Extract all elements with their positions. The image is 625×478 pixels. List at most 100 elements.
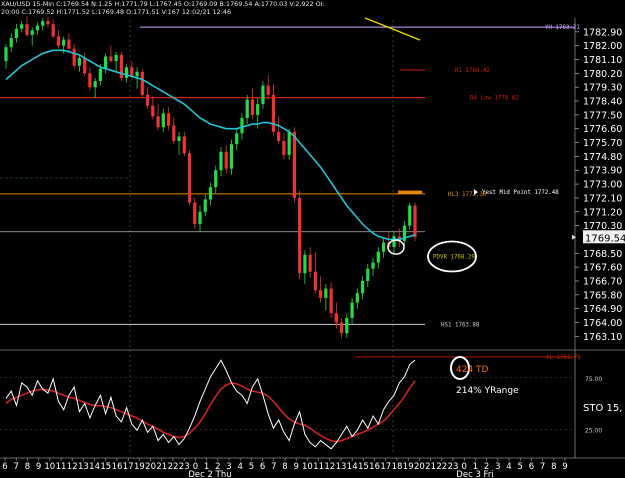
price-tick-label: 1775.70 [583,138,622,149]
price-tick-label: 1782.00 [583,41,622,52]
time-tick-label: 4 [237,462,242,472]
candle-body [161,113,165,128]
candle-body [350,302,354,318]
level-label-hs1: HS1 1763.88 [441,322,480,328]
candle-body [355,293,359,303]
time-tick-label: 5 [249,462,254,472]
time-tick-label: 7 [271,462,276,472]
candle-body [88,73,92,88]
price-tick-label: 1768.50 [583,249,622,260]
candle-body [345,317,349,334]
candle-body [41,21,45,26]
time-tick-label: 13 [78,462,89,472]
level-label-d4low: D4 Low 1778.62 [470,96,519,102]
time-tick-label: 21 [425,462,436,472]
candle-body [130,67,134,77]
candle-body [256,104,260,115]
candle-body [109,56,113,62]
sto-tick-label: 25.00 [585,427,602,434]
time-tick-label: 11 [313,462,324,472]
last-price-label: 1769.54 [585,233,625,244]
candle-body [62,39,66,46]
level-label-yh: YH 1783.21 [545,25,580,31]
candle-body [381,242,386,252]
time-tick-label: 22 [168,462,179,472]
candle-body [334,313,338,323]
candle-body [145,94,150,106]
level-label-yl: YL 1761.76 [546,355,581,361]
price-tick-label: 1763.10 [583,332,622,343]
time-tick-label: 6 [529,462,534,472]
time-tick-label: 10 [302,462,313,472]
time-tick-label: 15 [100,462,111,472]
trend-line [364,17,421,41]
candle-body [77,57,82,66]
time-tick-label: 15 [358,462,369,472]
price-tick-label: 1777.50 [583,110,622,121]
time-tick-label: 8 [25,462,30,472]
price-tick-label: 1767.60 [583,263,622,274]
time-tick-label: 12 [67,462,78,472]
time-tick-label: 8 [551,462,556,472]
last-price-arrow [572,234,576,240]
time-tick-label: 14 [89,462,100,472]
time-tick-label: 20 [414,462,425,472]
candle-body [303,254,307,274]
candle-body [93,81,97,88]
candle-body [135,71,139,77]
candle-body [151,105,155,117]
candle-body [172,125,176,142]
candle-body [51,24,55,37]
time-tick-label: 7 [540,462,545,472]
time-tick-label: 8 [282,462,287,472]
candle-body [224,151,228,169]
candle-body [282,141,286,155]
candle-body [313,271,317,291]
candle-body [198,211,202,225]
time-tick-label: 11 [56,462,67,472]
time-tick-label: 6 [2,462,7,472]
candle-body [376,251,380,263]
time-tick-label: 9 [36,462,41,472]
time-tick-label: 17 [380,462,391,472]
candle-body [250,99,255,115]
candle-body [72,48,76,66]
level-label-r1: R1 1780.42 [455,68,490,74]
time-tick-label: 4 [506,462,511,472]
level-label-yest-mid: Yest Mid Point 1772.48 [482,190,559,196]
candle-body [203,199,207,212]
candle-body [182,136,186,154]
time-tick-label: 19 [403,462,414,472]
price-tick-label: 1771.20 [583,207,622,218]
highlight-circle-small [387,239,405,255]
candle-body [371,262,375,269]
price-tick-label: 1772.10 [583,193,622,204]
price-tick-label: 1765.80 [583,290,622,301]
time-tick-label: 9 [562,462,567,472]
candle-body [9,37,13,48]
time-tick-label: 13 [336,462,347,472]
candle-body [20,24,24,29]
candle-body [125,67,129,78]
chart-window: XAU/USD 15-Min C:1769.54 N:1.25 H:1771.7… [0,0,625,478]
candle-body [408,205,412,226]
candle-body [229,144,234,169]
candle-body [166,113,171,126]
price-tick-label: 1781.10 [583,55,622,66]
candle-body [360,280,365,294]
yrange-label: 214% YRange [456,386,519,396]
time-tick-label: 12 [324,462,335,472]
candle-body [56,36,61,46]
candle-body [366,268,370,281]
sto-d-line [5,380,416,443]
candle-body [208,187,213,200]
candle-body [287,131,291,155]
price-chart-svg[interactable]: 1782.90 1782.00 1781.10 1780.20 1779.30 1778.… [0,0,625,478]
candle-body [261,85,265,105]
candle-body [266,85,270,95]
time-tick-label: 10 [44,462,55,472]
time-tick-label: 22 [436,462,447,472]
time-tick-label: 16 [112,462,123,472]
candle-body [219,151,223,171]
price-tick-label: 1778.40 [583,97,622,108]
